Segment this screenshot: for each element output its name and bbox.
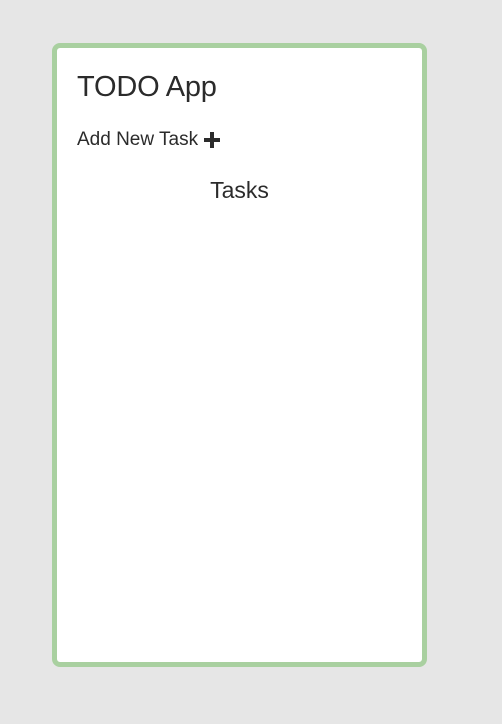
tasks-heading: Tasks (210, 177, 269, 203)
app-card: TODO App Add New Task Tasks (52, 43, 427, 667)
add-task-label: Add New Task (77, 129, 199, 150)
add-task-button[interactable]: Add New Task (77, 128, 221, 152)
app-title: TODO App (77, 71, 217, 103)
plus-icon[interactable] (203, 131, 221, 149)
task-list (77, 218, 402, 648)
